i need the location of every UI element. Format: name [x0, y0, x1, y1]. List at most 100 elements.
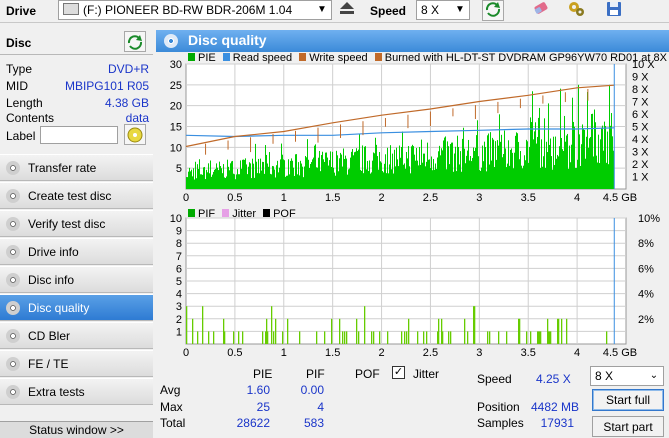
eject-icon: [340, 2, 354, 14]
pie-bar: [261, 170, 262, 189]
chevron-down-icon: ▼: [455, 4, 465, 15]
pie-bar: [504, 130, 505, 189]
pie-bar: [349, 168, 350, 189]
pie-bar: [471, 161, 472, 189]
status-window-button[interactable]: Status window >>: [0, 421, 153, 438]
pie-bar: [585, 158, 586, 189]
pie-bar: [435, 163, 436, 189]
pie-bar: [392, 153, 393, 189]
pie-bar: [241, 168, 242, 189]
pie-bar: [302, 166, 303, 189]
speed-select-value: 8 X: [421, 3, 440, 17]
pie-bar: [521, 165, 522, 189]
start-full-button[interactable]: Start full: [592, 389, 664, 411]
pie-bar: [257, 173, 258, 189]
pif-bar: [489, 331, 491, 344]
pie-bar: [475, 147, 476, 189]
pie-bar: [265, 145, 266, 189]
pie-bar: [441, 148, 442, 189]
jitter-checkbox[interactable]: ✓: [392, 366, 405, 379]
pie-bar: [338, 171, 339, 189]
pie-bar: [509, 165, 510, 189]
x-tick-label: 3: [476, 192, 482, 204]
pie-bar: [281, 143, 282, 189]
sidebar-item-extra-tests[interactable]: Extra tests: [0, 378, 153, 405]
start-part-button[interactable]: Start part: [592, 416, 664, 437]
pie-bar: [210, 160, 211, 189]
pie-bar: [451, 142, 452, 189]
pie-bar: [503, 153, 504, 189]
y-tick-label: 10: [170, 214, 182, 225]
sidebar-item-drive-info[interactable]: Drive info: [0, 238, 153, 265]
pie-bar: [288, 159, 289, 189]
sidebar-item-disc-info[interactable]: Disc info: [0, 266, 153, 293]
pie-bar: [531, 122, 532, 189]
pie-bar: [466, 155, 467, 189]
pif-bar: [423, 331, 425, 344]
pie-bar: [369, 160, 370, 189]
pie-bar: [587, 92, 588, 189]
pie-bar: [502, 157, 503, 189]
pie-bar: [410, 173, 411, 189]
erase-button[interactable]: [530, 0, 552, 21]
pie-bar: [246, 164, 247, 189]
eject-button[interactable]: [336, 0, 358, 21]
pif-bar: [519, 318, 521, 344]
contents-value: data: [125, 111, 149, 125]
speed-select[interactable]: 8 X ▼: [416, 0, 470, 20]
y2-tick-label: 8 X: [632, 84, 649, 96]
pif-bar: [474, 306, 476, 344]
drive-select[interactable]: (F:) PIONEER BD-RW BDR-206M 1.04 ▼: [58, 0, 332, 20]
pie-bar: [429, 159, 430, 189]
pie-bar: [445, 136, 446, 189]
pie-bar: [574, 126, 575, 189]
pie-bar: [563, 151, 564, 189]
pie-bar: [518, 141, 519, 189]
pie-bar: [569, 145, 570, 189]
pie-bar: [197, 164, 198, 189]
pie-bar: [277, 160, 278, 189]
pie-bar: [383, 172, 384, 189]
pie-bar: [422, 162, 423, 189]
sidebar-item-verify-test-disc[interactable]: Verify test disc: [0, 210, 153, 237]
refresh-disc-button[interactable]: [124, 31, 146, 52]
pie-bar: [396, 147, 397, 189]
y2-tick-label: 7 X: [632, 97, 649, 109]
pie-bar: [393, 173, 394, 189]
pie-bar: [272, 165, 273, 189]
pie-bar: [385, 154, 386, 189]
y-tick-label: 25: [170, 80, 182, 92]
label-input[interactable]: [40, 126, 118, 144]
pif-bar: [299, 331, 301, 344]
pie-bar: [386, 173, 387, 189]
sidebar-item-disc-quality[interactable]: Disc quality: [0, 294, 153, 321]
sidebar-item-label: Extra tests: [28, 385, 85, 399]
save-button[interactable]: [603, 0, 625, 21]
pie-bar: [230, 163, 231, 189]
sidebar-item-cd-bler[interactable]: CD Bler: [0, 322, 153, 349]
pie-bar: [455, 146, 456, 189]
total-pie-value: 28622: [236, 416, 270, 430]
pif-bar: [262, 331, 264, 344]
pie-bar: [215, 168, 216, 189]
pie-bar: [397, 159, 398, 189]
sidebar-item-fe-te[interactable]: FE / TE: [0, 350, 153, 377]
pie-bar: [352, 149, 353, 189]
pie-bar: [308, 159, 309, 189]
sidebar-item-transfer-rate[interactable]: Transfer rate: [0, 154, 153, 181]
pie-bar: [424, 153, 425, 189]
pie-bar: [198, 168, 199, 189]
pie-bar: [231, 161, 232, 189]
pif-bar: [356, 318, 358, 344]
apply-label-button[interactable]: [124, 124, 146, 145]
refresh-speed-button[interactable]: [482, 0, 504, 21]
pie-bar: [293, 167, 294, 189]
pif-bar: [426, 331, 428, 344]
pie-bar: [436, 168, 437, 189]
sidebar-item-create-test-disc[interactable]: Create test disc: [0, 182, 153, 209]
pie-bar: [400, 157, 401, 189]
settings-button[interactable]: [566, 0, 588, 21]
drive-select-value: (F:) PIONEER BD-RW BDR-206M 1.04: [83, 3, 293, 17]
test-speed-select[interactable]: 8 X ⌄: [590, 366, 664, 386]
pie-bar: [505, 148, 506, 189]
